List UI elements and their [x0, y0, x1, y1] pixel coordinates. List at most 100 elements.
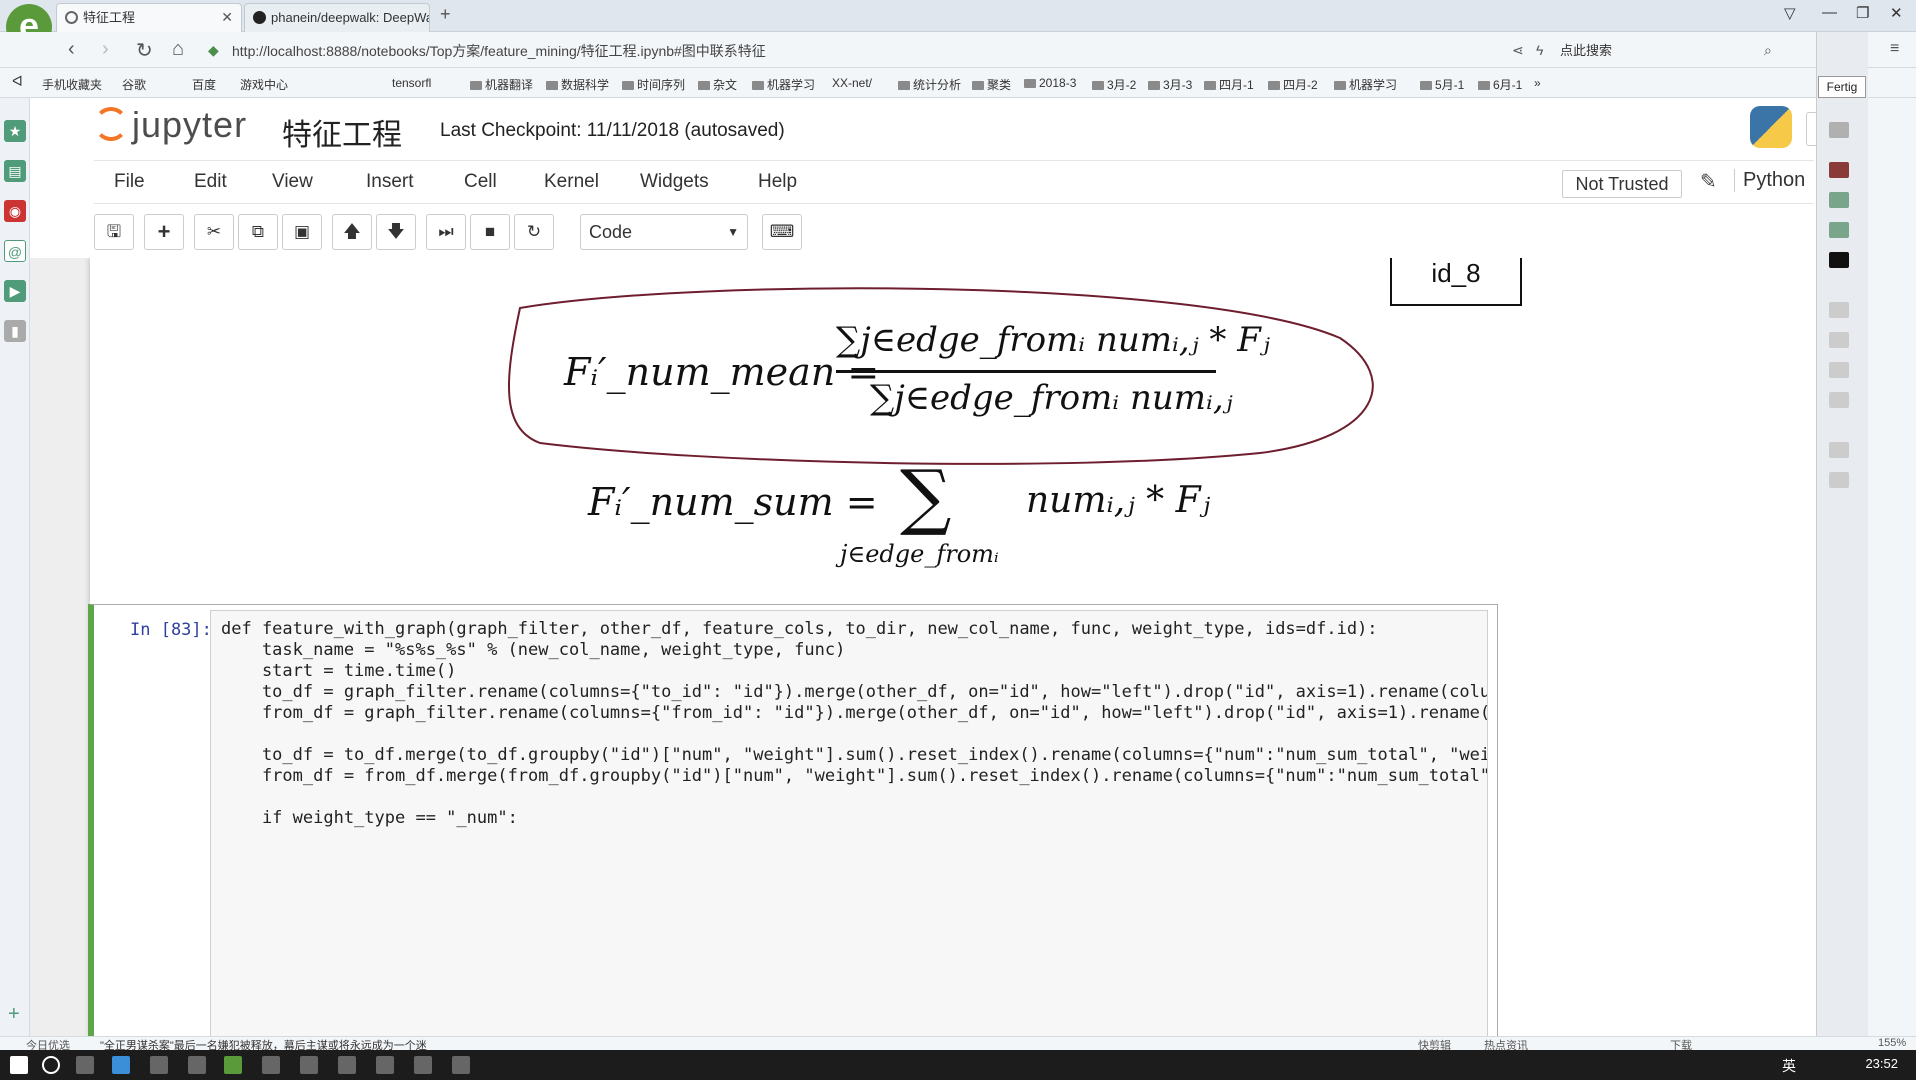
weibo-icon[interactable]: ◉ [4, 200, 26, 222]
home-icon[interactable]: ⌂ [172, 38, 184, 61]
lightning-icon[interactable]: ϟ [1536, 42, 1543, 58]
bookmark-folder[interactable]: 机器翻译 [470, 76, 533, 93]
app-icon[interactable] [414, 1056, 432, 1074]
edit-pencil-icon[interactable]: ✎ [1700, 169, 1717, 194]
save-button[interactable]: 🖫 [94, 214, 134, 250]
store-icon[interactable] [150, 1056, 168, 1074]
explorer-icon[interactable] [262, 1056, 280, 1074]
bookmark-item[interactable]: 手机收藏夹 [42, 76, 102, 93]
add-sidebar-icon[interactable]: + [8, 1003, 20, 1026]
color-swatch-icon[interactable] [1829, 222, 1849, 238]
bookmark-folder[interactable]: 杂文 [698, 76, 737, 93]
terminal-icon[interactable] [376, 1056, 394, 1074]
stop-button[interactable]: ■ [470, 214, 510, 250]
more-bookmarks-icon[interactable]: » [1534, 76, 1541, 90]
note-icon[interactable]: ▮ [4, 320, 26, 342]
new-tab-button[interactable]: + [440, 4, 451, 25]
bookmark-folder[interactable]: 3月-3 [1148, 76, 1192, 93]
forward-icon[interactable]: › [102, 38, 109, 61]
bookmark-folder[interactable]: 5月-1 [1420, 76, 1464, 93]
notebook-title[interactable]: 特征工程 [282, 110, 402, 154]
bookmark-folder[interactable]: 统计分析 [898, 76, 961, 93]
menu-file[interactable]: File [114, 171, 145, 193]
search-input[interactable]: 点此搜索 [1560, 39, 1780, 63]
color-swatch-icon[interactable] [1829, 192, 1849, 208]
bookmark-folder[interactable]: 机器学习 [1334, 76, 1397, 93]
move-down-button[interactable]: 🡇 [376, 214, 416, 250]
bookmark-item[interactable]: 游戏中心 [240, 76, 288, 93]
copy-button[interactable]: ⧉ [238, 214, 278, 250]
cell-type-select[interactable]: Code ▼ [580, 214, 748, 250]
bookmark-item[interactable]: tensorfl [392, 76, 431, 90]
app-icon[interactable] [452, 1056, 470, 1074]
kernel-indicator[interactable]: Python [1734, 169, 1805, 192]
menu-insert[interactable]: Insert [366, 171, 414, 193]
page-scrollbar[interactable] [1868, 98, 1916, 1036]
close-window-button[interactable]: ✕ [1890, 4, 1903, 22]
app-icon[interactable] [300, 1056, 318, 1074]
menu-cell[interactable]: Cell [464, 171, 497, 193]
pen-icon[interactable] [1829, 122, 1849, 138]
menu-icon[interactable]: ≡ [1890, 40, 1899, 58]
bookmark-folder[interactable]: 数据科学 [546, 76, 609, 93]
code-editor[interactable]: def feature_with_graph(graph_filter, oth… [210, 610, 1488, 1036]
edge-icon[interactable] [112, 1056, 130, 1074]
bookmark-folder[interactable]: 6月-1 [1478, 76, 1522, 93]
search-icon[interactable]: ⌕ [1764, 42, 1772, 59]
reading-icon[interactable]: ▤ [4, 160, 26, 182]
text-tool-icon[interactable] [1829, 392, 1849, 408]
maximize-button[interactable]: ❐ [1856, 4, 1869, 22]
undo-icon[interactable] [1829, 442, 1849, 458]
bookmark-folder[interactable]: 机器学习 [752, 76, 815, 93]
color-swatch-icon[interactable] [1829, 252, 1849, 268]
rectangle-tool-icon[interactable] [1829, 332, 1849, 348]
restart-button[interactable]: ↻ [514, 214, 554, 250]
tab-deepwalk[interactable]: phanein/deepwalk: DeepWalk [244, 3, 430, 32]
keyboard-shortcuts-button[interactable]: ⌨ [762, 214, 802, 250]
favorites-icon[interactable]: ★ [4, 120, 26, 142]
collapse-sidebar-icon[interactable]: ᐊ [12, 73, 23, 90]
trash-icon[interactable] [1829, 472, 1849, 488]
start-icon[interactable] [10, 1056, 28, 1074]
share-icon[interactable]: ⋖ [1512, 42, 1524, 59]
paste-button[interactable]: ▣ [282, 214, 322, 250]
run-button[interactable]: ⏭ [426, 214, 466, 250]
color-swatch-icon[interactable] [1829, 162, 1849, 178]
bookmark-folder[interactable]: 3月-2 [1092, 76, 1136, 93]
menu-kernel[interactable]: Kernel [544, 171, 599, 193]
not-trusted-button[interactable]: Not Trusted [1562, 170, 1682, 198]
mail-icon[interactable] [188, 1056, 206, 1074]
bookmark-folder[interactable]: 时间序列 [622, 76, 685, 93]
app-icon[interactable] [338, 1056, 356, 1074]
insert-cell-button[interactable]: + [144, 214, 184, 250]
skin-icon[interactable]: ▽ [1784, 4, 1796, 22]
fertig-button[interactable]: Fertig [1818, 76, 1866, 98]
task-view-icon[interactable] [76, 1056, 94, 1074]
back-icon[interactable]: ‹ [68, 38, 75, 61]
bookmark-folder[interactable]: 四月-2 [1268, 76, 1318, 93]
ellipse-tool-icon[interactable] [1829, 362, 1849, 378]
tab-feature-engineering[interactable]: 特征工程 ✕ [56, 3, 242, 32]
cut-button[interactable]: ✂ [194, 214, 234, 250]
zoom-level[interactable]: 155% [1878, 1037, 1906, 1049]
video-icon[interactable]: ▶ [4, 280, 26, 302]
jupyter-logo[interactable]: jupyter [94, 104, 247, 146]
minimize-button[interactable]: — [1822, 4, 1837, 21]
menu-edit[interactable]: Edit [194, 171, 227, 193]
url-field[interactable]: http://localhost:8888/notebooks/Top方案/fe… [232, 39, 1462, 63]
clock[interactable]: 23:52 [1865, 1056, 1898, 1071]
bookmark-item[interactable]: 谷歌 [122, 76, 146, 93]
mail-icon[interactable]: @ [4, 240, 26, 262]
bookmark-item[interactable]: 百度 [192, 76, 216, 93]
bookmark-folder[interactable]: 聚类 [972, 76, 1011, 93]
menu-widgets[interactable]: Widgets [640, 171, 709, 193]
search-icon[interactable] [42, 1056, 60, 1074]
ime-indicator[interactable]: 英 [1782, 1056, 1796, 1076]
bookmark-item[interactable]: XX-net/ [832, 76, 872, 90]
menu-help[interactable]: Help [758, 171, 797, 193]
move-up-button[interactable]: 🡅 [332, 214, 372, 250]
refresh-icon[interactable]: ↻ [136, 38, 153, 63]
bookmark-folder[interactable]: 四月-1 [1204, 76, 1254, 93]
line-tool-icon[interactable] [1829, 302, 1849, 318]
browser-icon[interactable] [224, 1056, 242, 1074]
